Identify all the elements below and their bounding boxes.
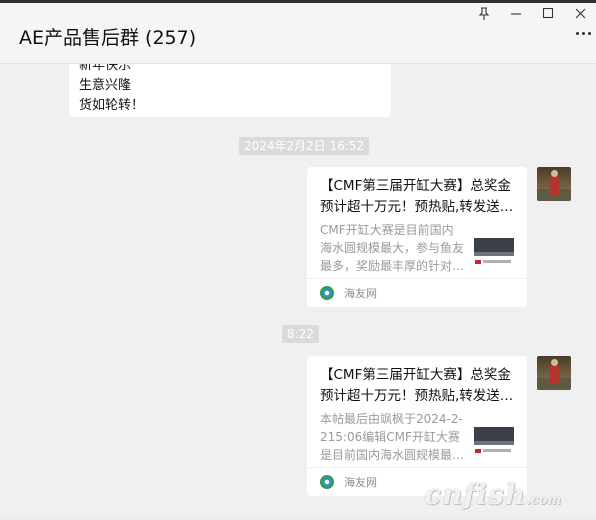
avatar[interactable] — [537, 356, 571, 390]
card-desc-line: 本帖最后由飒枫于2024-2- — [320, 412, 463, 426]
card-desc-line: 215:06编辑CMF开缸大赛 — [320, 430, 460, 444]
card-title: 【CMF第三届开缸大赛】总奖金 预计超十万元！预热贴,转发送… — [320, 365, 520, 407]
avatar[interactable] — [537, 167, 571, 201]
pin-icon[interactable] — [468, 3, 500, 23]
card-description: CMF开缸大赛是目前国内 海水圆规模最大，参与鱼友 最多，奖励最丰厚的针对… — [320, 221, 468, 275]
link-card[interactable]: 【CMF第三届开缸大赛】总奖金 预计超十万元！预热贴,转发送… 本帖最后由飒枫于… — [307, 356, 527, 496]
window-controls — [468, 3, 596, 23]
card-desc-line: 是目前国内海水圆规模最… — [320, 448, 465, 462]
source-name: 海友网 — [344, 287, 377, 300]
maximize-icon[interactable] — [532, 3, 564, 23]
input-area-edge — [0, 514, 596, 520]
greeting-message: 新年快乐 生意兴隆 货如轮转！ — [69, 64, 391, 117]
card-title-line: 预计超十万元！预热贴,转发送… — [320, 388, 514, 404]
card-thumbnail — [474, 230, 514, 270]
card-source: 海友网 — [320, 285, 377, 301]
card-title-line: 预计超十万元！预热贴,转发送… — [320, 199, 514, 215]
card-title-line: 【CMF第三届开缸大赛】总奖金 — [320, 367, 511, 383]
greeting-line: 生意兴隆 — [79, 78, 132, 93]
card-source: 海友网 — [320, 474, 377, 490]
card-title: 【CMF第三届开缸大赛】总奖金 预计超十万元！预热贴,转发送… — [320, 176, 520, 218]
card-desc-line: 海水圆规模最大，参与鱼友 — [320, 241, 465, 255]
close-icon[interactable] — [564, 3, 596, 23]
card-divider — [307, 278, 527, 279]
chat-title: AE产品售后群 (257) — [19, 27, 197, 49]
source-logo-icon — [320, 286, 334, 300]
message-list[interactable]: 新年快乐 生意兴隆 货如轮转！ 2024年2月2日 16:52 【CMF第三届开… — [0, 64, 596, 520]
minimize-icon[interactable] — [500, 3, 532, 23]
watermark-main: cnfish — [424, 478, 527, 511]
card-desc-line: CMF开缸大赛是目前国内 — [320, 223, 454, 237]
watermark: cnfish.com — [424, 478, 561, 511]
card-description: 本帖最后由飒枫于2024-2- 215:06编辑CMF开缸大赛 是目前国内海水圆… — [320, 410, 468, 464]
greeting-line: 新年快乐 — [79, 64, 132, 73]
timestamp: 8:22 — [282, 325, 319, 343]
timestamp: 2024年2月2日 16:52 — [239, 137, 370, 155]
card-desc-line: 最多，奖励最丰厚的针对… — [320, 259, 465, 273]
source-logo-icon — [320, 475, 334, 489]
card-title-line: 【CMF第三届开缸大赛】总奖金 — [320, 178, 511, 194]
card-thumbnail — [474, 419, 514, 459]
more-options-icon[interactable] — [576, 32, 591, 35]
greeting-line: 货如轮转！ — [79, 98, 145, 113]
source-name: 海友网 — [344, 476, 377, 489]
card-divider — [307, 467, 527, 468]
link-card[interactable]: 【CMF第三届开缸大赛】总奖金 预计超十万元！预热贴,转发送… CMF开缸大赛是… — [307, 167, 527, 307]
watermark-suffix: .com — [526, 493, 562, 508]
